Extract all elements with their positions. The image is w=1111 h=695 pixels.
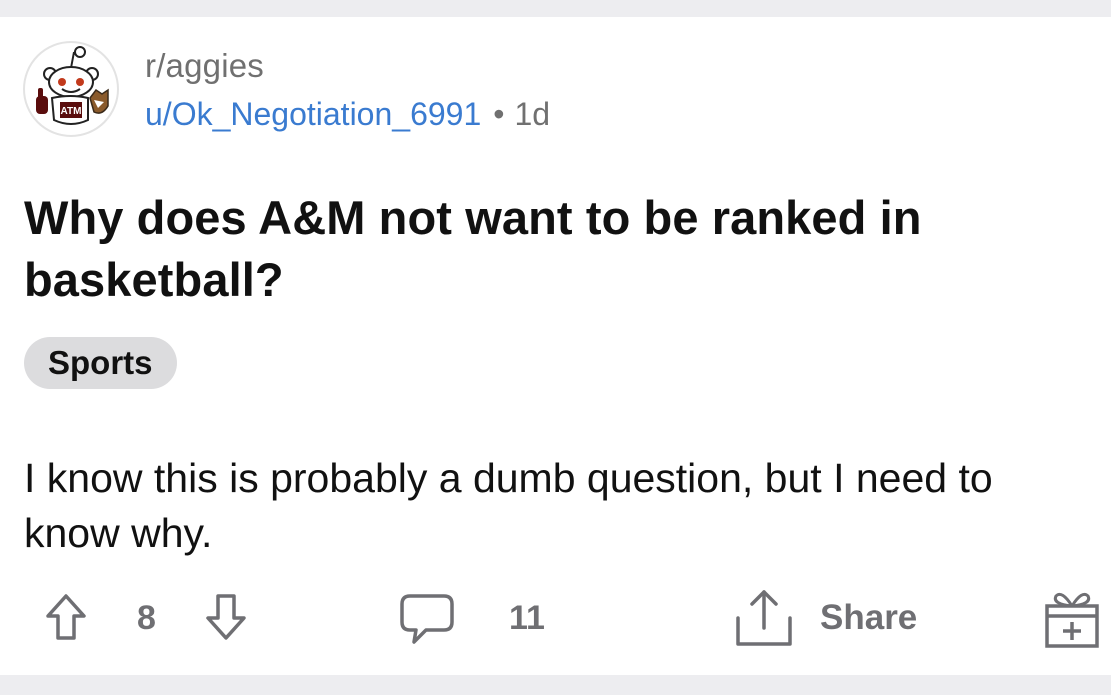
share-label: Share <box>820 598 918 637</box>
post-age: 1d <box>514 96 551 132</box>
upvote-icon[interactable] <box>44 592 88 642</box>
comment-icon[interactable] <box>398 592 456 646</box>
post-card[interactable]: ATM r/aggies u/Ok_Negotiation_6991 • 1d Wh… <box>0 17 1111 675</box>
downvote-icon[interactable] <box>204 592 248 642</box>
comment-count: 11 <box>509 599 545 637</box>
separator-dot: • <box>493 96 505 132</box>
subreddit-avatar[interactable]: ATM <box>22 40 120 138</box>
post-meta: r/aggies u/Ok_Negotiation_6991 • 1d <box>145 44 550 136</box>
share-icon <box>736 590 792 646</box>
action-bar: 8 11 Share <box>0 572 1111 662</box>
subreddit-name[interactable]: r/aggies <box>145 44 550 88</box>
subreddit-avatar-icon: ATM <box>23 41 119 137</box>
avatar-badge-text: ATM <box>61 106 82 117</box>
post-title[interactable]: Why does A&M not want to be ranked in ba… <box>24 187 1094 311</box>
post-body: I know this is probably a dumb question,… <box>24 455 993 556</box>
post-flair[interactable]: Sports <box>24 337 177 389</box>
vote-count: 8 <box>137 599 156 637</box>
award-gift-icon[interactable] <box>1044 588 1100 650</box>
byline: u/Ok_Negotiation_6991 • 1d <box>145 92 550 136</box>
author-username[interactable]: u/Ok_Negotiation_6991 <box>145 96 481 132</box>
